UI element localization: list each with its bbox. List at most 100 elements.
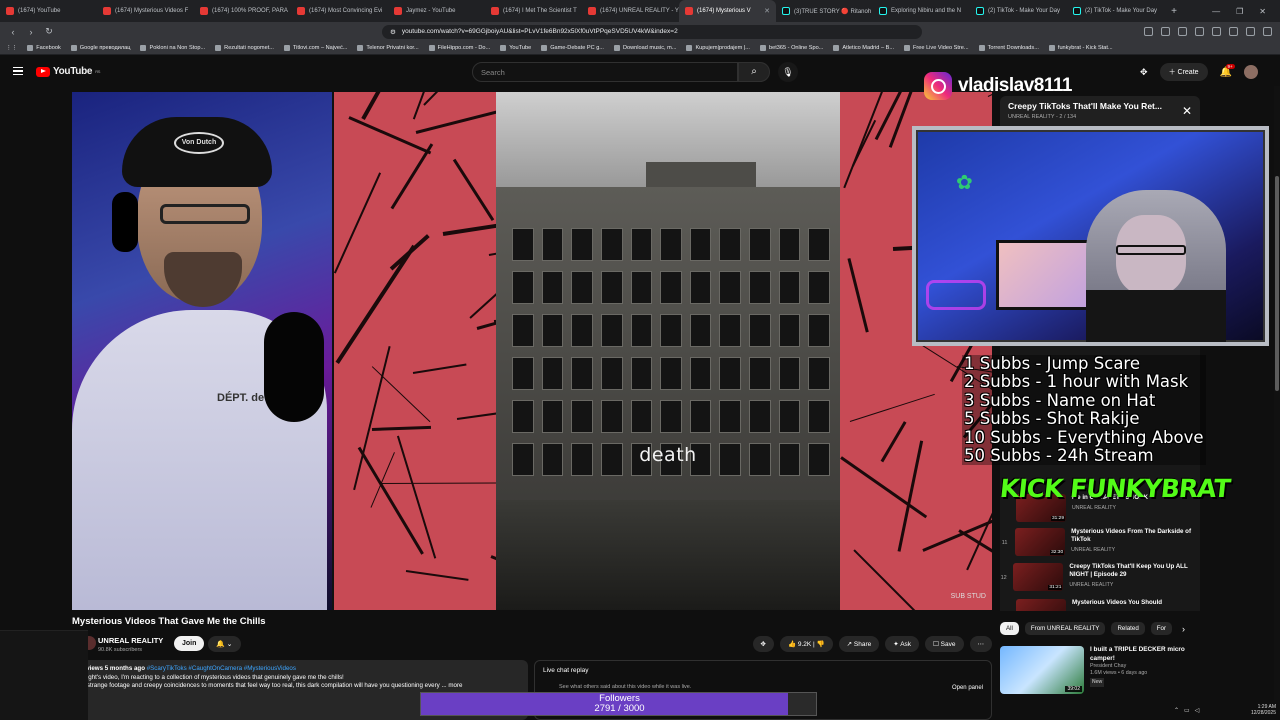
video-player[interactable]: DÉPT. de GALERIE Von Dutch SUB STUD deat… xyxy=(72,92,992,610)
bookmark-item[interactable]: Atletico Madrid – B... xyxy=(833,44,894,51)
tab-close-icon[interactable]: ✕ xyxy=(764,7,770,15)
filter-chip[interactable]: For xyxy=(1150,622,1173,635)
streamer-camera-panel: DÉPT. de GALERIE Von Dutch xyxy=(72,92,332,610)
join-button[interactable]: Join xyxy=(174,636,205,651)
chevron-right-icon[interactable]: › xyxy=(1182,624,1185,634)
playlist-item[interactable]: 12 31:21 Creepy TikToks That'll Keep You U… xyxy=(1000,563,1200,597)
account-avatar[interactable] xyxy=(1244,65,1258,79)
subscribe-bell-button[interactable]: 🔔 ⌄ xyxy=(208,636,241,652)
scrollbar-thumb[interactable] xyxy=(1275,176,1279,391)
playlist-item-title[interactable]: Creepy TikToks That'll Keep You Up ALL N… xyxy=(1069,563,1187,578)
bookmark-item[interactable]: FileHippo.com - Do... xyxy=(428,44,490,51)
browser-tab[interactable]: (1674) I Met The Scientist T xyxy=(485,0,582,22)
bookmark-favicon-icon xyxy=(759,44,766,51)
page-scrollbar[interactable] xyxy=(1274,86,1280,700)
notifications-icon[interactable]: 🔔 9+ xyxy=(1220,63,1235,78)
reload-icon[interactable]: ↻ xyxy=(44,26,54,37)
browser-tab[interactable]: (1674) Mysterious Videos F xyxy=(97,0,194,22)
forward-icon[interactable]: › xyxy=(26,27,36,37)
browser-tab[interactable]: (1674) UNREAL REALITY - Y xyxy=(582,0,679,22)
leaf-neon-icon: ✿ xyxy=(956,172,973,194)
channel-name[interactable]: UNREAL REALITY xyxy=(98,636,163,645)
effects-icon[interactable]: ✥ xyxy=(752,636,774,652)
browser-tab[interactable]: (1674) YouTube xyxy=(0,0,97,22)
share-button[interactable]: ↗ Share xyxy=(838,636,880,652)
bookmark-item[interactable]: Facebook xyxy=(27,44,61,51)
maximize-icon[interactable]: ❐ xyxy=(1236,7,1243,16)
extension-puzzle-icon[interactable]: ✥ xyxy=(1140,67,1148,78)
bookmark-item[interactable]: bet365 - Online Spo... xyxy=(759,44,823,51)
extension-icon[interactable] xyxy=(1263,27,1272,36)
apps-icon[interactable]: ⋮⋮ xyxy=(6,45,17,51)
browser-tab[interactable]: (2) TikTok - Make Your Day xyxy=(1067,0,1164,22)
back-icon[interactable]: ‹ xyxy=(8,27,18,37)
tray-chevron-icon[interactable]: ⌃ xyxy=(1174,707,1179,714)
bookmark-item[interactable]: Rezultati nogomet... xyxy=(215,44,274,51)
close-window-icon[interactable]: ✕ xyxy=(1259,7,1266,16)
playlist-item[interactable]: 13Mysterious Videos You Should xyxy=(1000,599,1200,611)
extension-icon[interactable] xyxy=(1195,27,1204,36)
playlist-item[interactable]: 11 32:30 Mysterious Videos From The Darksi… xyxy=(1000,528,1200,562)
playlist-item-thumbnail[interactable]: 32:30 xyxy=(1015,528,1066,556)
filter-chip[interactable]: From UNREAL REALITY xyxy=(1024,622,1106,635)
bookmark-item[interactable]: Free Live Video Stre... xyxy=(904,44,969,51)
network-icon[interactable]: ▭ xyxy=(1184,707,1190,714)
bookmark-item[interactable]: Google преводилац xyxy=(70,44,130,51)
browser-tab[interactable]: Jaymez - YouTube xyxy=(388,0,485,22)
extension-icon[interactable] xyxy=(1144,27,1153,36)
bookmark-item[interactable]: funkybrat - Kick Stat... xyxy=(1048,44,1113,51)
bookmark-favicon-icon xyxy=(613,44,620,51)
extension-icon[interactable] xyxy=(1229,27,1238,36)
extension-icon[interactable] xyxy=(1161,27,1170,36)
system-clock[interactable]: 1:29 AM 12/28/2025 xyxy=(1251,704,1280,716)
recommended-title[interactable]: I built a TRIPLE DECKER micro camper! xyxy=(1090,646,1185,662)
browser-tab[interactable]: (1674) Mysterious V ✕ xyxy=(679,0,776,22)
bookmark-item[interactable]: Torrent Downloads... xyxy=(978,44,1039,51)
volume-icon[interactable]: ◁ xyxy=(1195,707,1200,714)
like-button[interactable]: 👍 9.2K | 👎 xyxy=(779,636,833,652)
hashtags[interactable]: #ScaryTikToks #CaughtOnCamera #Mysteriou… xyxy=(147,665,296,672)
filter-chip[interactable]: Related xyxy=(1111,622,1145,635)
browser-tab[interactable]: Exploring Nibiru and the N xyxy=(873,0,970,22)
create-button[interactable]: ＋ Create xyxy=(1159,63,1208,81)
browser-tab[interactable]: (1674) 100% PROOF, PARA xyxy=(194,0,291,22)
playlist-channel[interactable]: UNREAL REALITY xyxy=(1008,114,1054,120)
bookmark-item[interactable]: Kupujem|prodajem |... xyxy=(686,44,750,51)
bookmark-item[interactable]: Download music, m... xyxy=(613,44,676,51)
bookmark-item[interactable]: YouTube xyxy=(500,44,531,51)
save-button[interactable]: ☐ Save xyxy=(925,636,964,652)
recommended-video[interactable]: 39:02 I built a TRIPLE DECKER micro camp… xyxy=(1000,646,1200,696)
filter-chip[interactable]: All xyxy=(1000,622,1019,635)
playlist-title[interactable]: Creepy TikToks That'll Make You Ret... xyxy=(1008,101,1192,111)
browser-tab[interactable]: (1674) Most Convincing Evi xyxy=(291,0,388,22)
bookmark-item[interactable]: Titlovi.com – Najveć... xyxy=(283,44,347,51)
microphone-icon[interactable]: 🎙 xyxy=(778,62,798,82)
youtube-logo[interactable]: YouTube RS xyxy=(36,66,100,77)
browser-tab[interactable]: (3)TRUE STORY 🔴 Ritanoh xyxy=(776,0,873,22)
search-input[interactable]: Search xyxy=(472,62,738,82)
bookmark-item[interactable]: Telenor Privatni kor... xyxy=(357,44,419,51)
recommended-thumbnail[interactable]: 39:02 xyxy=(1000,646,1084,694)
more-options-icon[interactable]: ⋯ xyxy=(969,636,992,652)
extension-icon[interactable] xyxy=(1212,27,1221,36)
playlist-item-title[interactable]: Mysterious Videos You Should xyxy=(1072,599,1162,606)
site-info-icon[interactable]: ⚙ xyxy=(390,28,396,36)
minimize-icon[interactable]: — xyxy=(1212,7,1220,16)
browser-tab[interactable]: (2) TikTok - Make Your Day xyxy=(970,0,1067,22)
playlist-item-thumbnail[interactable] xyxy=(1016,599,1066,611)
video-caption: death xyxy=(639,444,697,466)
extension-icon[interactable] xyxy=(1178,27,1187,36)
open-panel-button[interactable]: Open panel xyxy=(952,685,983,691)
playlist-item-thumbnail[interactable]: 31:21 xyxy=(1013,563,1064,591)
recommended-channel[interactable]: President Chay xyxy=(1090,663,1200,670)
new-tab-button[interactable]: + xyxy=(1164,6,1184,17)
search-icon[interactable]: ⌕ xyxy=(738,62,770,82)
playlist-item-title[interactable]: Mysterious Videos From The Darkside of T… xyxy=(1071,528,1191,543)
extension-icon[interactable] xyxy=(1246,27,1255,36)
menu-icon[interactable] xyxy=(13,67,23,75)
bookmark-item[interactable]: Game-Debate PC g... xyxy=(541,44,604,51)
bookmark-item[interactable]: Pokloni na Non Stop... xyxy=(140,44,205,51)
close-icon[interactable]: ✕ xyxy=(1182,104,1192,118)
url-field[interactable]: ⚙ youtube.com/watch?v=69GGjboiyAU&list=P… xyxy=(382,24,922,39)
ask-button[interactable]: ✦ Ask xyxy=(885,636,920,652)
